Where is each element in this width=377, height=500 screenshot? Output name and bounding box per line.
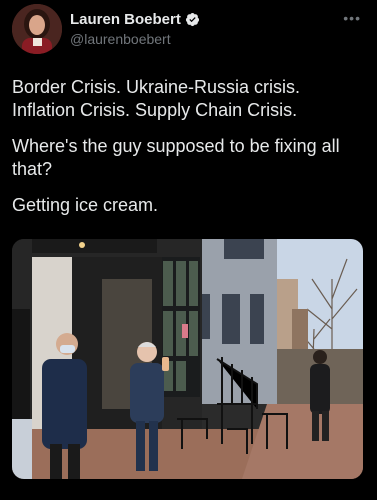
tweet-paragraph: Where's the guy supposed to be fixing al… bbox=[12, 136, 340, 179]
bottom-strip bbox=[0, 480, 377, 500]
tweet-paragraph: Getting ice cream. bbox=[12, 195, 159, 215]
author-name-row[interactable]: Lauren Boebert bbox=[70, 11, 200, 28]
tweet-media-photo[interactable] bbox=[12, 239, 363, 479]
more-horizontal-icon[interactable]: ••• bbox=[343, 10, 361, 26]
tweet-text: Border Crisis. Ukraine-Russia crisis. In… bbox=[12, 76, 368, 230]
verified-badge-icon bbox=[185, 12, 199, 27]
tweet-paragraph: Border Crisis. Ukraine-Russia crisis. In… bbox=[12, 77, 301, 120]
author-name[interactable]: Lauren Boebert bbox=[70, 11, 181, 28]
avatar-photo bbox=[12, 4, 62, 54]
street-scene-photo bbox=[12, 239, 363, 479]
author-handle[interactable]: @laurenboebert bbox=[70, 31, 171, 47]
avatar[interactable] bbox=[12, 4, 62, 54]
